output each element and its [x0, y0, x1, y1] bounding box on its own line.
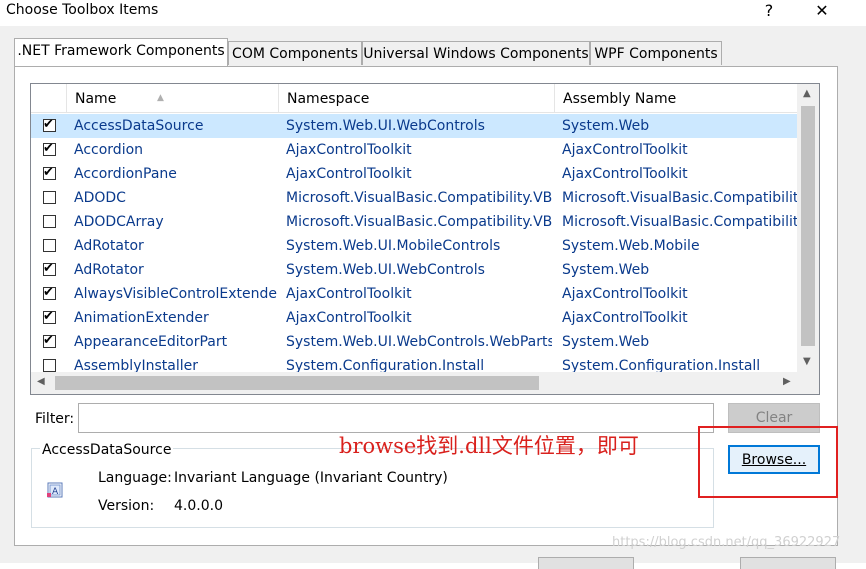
cell-name: Accordion — [74, 142, 144, 158]
cell-assembly: Microsoft.VisualBasic.Compatibility. — [562, 214, 798, 230]
vertical-scrollbar[interactable]: ▲ ▼ — [797, 84, 819, 374]
tab-wpf[interactable]: WPF Components — [590, 41, 722, 65]
checkmark-icon: ✔ — [43, 309, 54, 324]
horizontal-scroll-thumb[interactable] — [55, 376, 539, 390]
filter-label: Filter: — [35, 411, 75, 427]
table-row[interactable]: ✔ AppearanceEditorPart System.Web.UI.WebCo… — [31, 330, 797, 354]
row-checkbox[interactable]: ✔ — [43, 141, 56, 156]
details-group-title: AccessDataSource — [40, 442, 174, 458]
checkmark-icon: ✔ — [43, 261, 54, 276]
checkmark-icon: ✔ — [43, 141, 54, 156]
cell-assembly: System.Web — [562, 334, 650, 350]
title-bar: Choose Toolbox Items ? ✕ — [0, 0, 866, 26]
cell-namespace: AjaxControlToolkit — [286, 166, 412, 182]
row-checkbox[interactable]: ✔ — [43, 333, 56, 348]
cell-assembly: AjaxControlToolkit — [562, 310, 688, 326]
svg-text:A: A — [52, 487, 59, 497]
filter-input[interactable] — [78, 403, 714, 433]
cell-namespace: System.Web.UI.WebControls — [286, 118, 485, 134]
checkmark-icon: ✔ — [43, 117, 54, 132]
row-checkbox[interactable]: ✔ — [43, 285, 56, 300]
row-checkbox[interactable] — [43, 239, 56, 252]
table-row[interactable]: ✔ AccessDataSource System.Web.UI.WebContro… — [31, 114, 797, 138]
version-value: 4.0.0.0 — [174, 498, 223, 514]
checkmark-icon: ✔ — [43, 165, 54, 180]
table-row[interactable]: ✔ AlwaysVisibleControlExtender AjaxControl… — [31, 282, 797, 306]
cell-name: AccessDataSource — [74, 118, 204, 134]
components-grid[interactable]: Name ▲ Namespace Assembly Name ✔ AccessDa… — [30, 83, 820, 395]
checkmark-icon: ✔ — [43, 333, 54, 348]
sort-ascending-icon: ▲ — [157, 93, 164, 103]
window-title: Choose Toolbox Items — [6, 2, 159, 18]
scroll-right-icon[interactable]: ▶ — [783, 376, 791, 387]
language-value: Invariant Language (Invariant Country) — [174, 470, 448, 486]
cell-namespace: Microsoft.VisualBasic.Compatibility.VB6 — [286, 190, 552, 206]
tab-universal-windows[interactable]: Universal Windows Components — [362, 41, 590, 65]
cell-assembly: AjaxControlToolkit — [562, 286, 688, 302]
close-button[interactable]: ✕ — [804, 0, 840, 24]
cell-name: AdRotator — [74, 262, 144, 278]
cell-name: ADODC — [74, 190, 126, 206]
table-row[interactable]: ADODC Microsoft.VisualBasic.Compatibility… — [31, 186, 798, 210]
table-row[interactable]: AdRotator System.Web.UI.MobileControls Sys… — [31, 234, 797, 258]
details-group — [31, 448, 714, 528]
cell-assembly: Microsoft.VisualBasic.Compatibility. — [562, 190, 798, 206]
column-header-name[interactable]: Name ▲ — [67, 84, 279, 112]
row-checkbox[interactable]: ✔ — [43, 165, 56, 180]
tab-com[interactable]: COM Components — [228, 41, 362, 65]
watermark-text: https://blog.csdn.net/qq_36922927 — [612, 535, 841, 550]
cell-assembly: System.Web — [562, 118, 650, 134]
row-checkbox[interactable] — [43, 359, 56, 372]
help-button[interactable]: ? — [751, 0, 787, 24]
cell-assembly: System.Web — [562, 262, 650, 278]
cell-namespace: AjaxControlToolkit — [286, 310, 412, 326]
row-checkbox[interactable] — [43, 191, 56, 204]
column-header-namespace[interactable]: Namespace — [279, 84, 555, 112]
table-row[interactable]: ✔ Accordion AjaxControlToolkit AjaxControlT… — [31, 138, 797, 162]
checkmark-icon: ✔ — [43, 285, 54, 300]
cell-assembly: AjaxControlToolkit — [562, 142, 688, 158]
cell-assembly: AjaxControlToolkit — [562, 166, 688, 182]
table-row[interactable]: ✔ AnimationExtender AjaxControlToolkit Ajax… — [31, 306, 797, 330]
column-header-assembly[interactable]: Assembly Name — [555, 84, 797, 112]
scroll-down-icon[interactable]: ▼ — [803, 356, 811, 367]
row-checkbox[interactable]: ✔ — [43, 117, 56, 132]
row-checkbox[interactable] — [43, 215, 56, 228]
cell-name: AppearanceEditorPart — [74, 334, 228, 350]
cell-name: AnimationExtender — [74, 310, 209, 326]
cell-name: ADODCArray — [74, 214, 164, 230]
cancel-button[interactable] — [740, 557, 836, 569]
cell-assembly: System.Web.Mobile — [562, 238, 700, 254]
cell-name: AlwaysVisibleControlExtender — [74, 286, 278, 302]
scroll-left-icon[interactable]: ◀ — [37, 376, 45, 387]
row-checkbox[interactable]: ✔ — [43, 261, 56, 276]
cell-name: AdRotator — [74, 238, 144, 254]
cell-namespace: AjaxControlToolkit — [286, 286, 412, 302]
cell-namespace: System.Web.UI.WebControls — [286, 262, 485, 278]
table-row[interactable]: ✔ AccordionPane AjaxControlToolkit AjaxCont… — [31, 162, 797, 186]
language-label: Language: — [98, 470, 172, 486]
vertical-scroll-thumb[interactable] — [801, 106, 815, 346]
cell-namespace: System.Web.UI.MobileControls — [286, 238, 501, 254]
annotation-text: browse找到.dll文件位置，即可 — [339, 434, 639, 458]
table-row[interactable]: ADODCArray Microsoft.VisualBasic.Compatib… — [31, 210, 798, 234]
component-icon: A — [46, 481, 64, 499]
cell-namespace: System.Web.UI.WebControls.WebParts — [286, 334, 552, 350]
scroll-up-icon[interactable]: ▲ — [803, 88, 811, 99]
annotation-highlight-box — [698, 426, 838, 498]
horizontal-scrollbar[interactable]: ◀ ▶ — [31, 372, 819, 394]
version-label: Version: — [98, 498, 155, 514]
ok-button[interactable] — [538, 557, 634, 569]
checkbox-column-header — [31, 84, 67, 112]
table-row[interactable]: ✔ AdRotator System.Web.UI.WebControls Syste… — [31, 258, 797, 282]
tab-net-framework[interactable]: .NET Framework Components — [14, 38, 228, 66]
grid-header: Name ▲ Namespace Assembly Name — [31, 84, 797, 113]
cell-namespace: AjaxControlToolkit — [286, 142, 412, 158]
row-checkbox[interactable]: ✔ — [43, 309, 56, 324]
cell-name: AccordionPane — [74, 166, 177, 182]
cell-namespace: Microsoft.VisualBasic.Compatibility.VB6 — [286, 214, 552, 230]
